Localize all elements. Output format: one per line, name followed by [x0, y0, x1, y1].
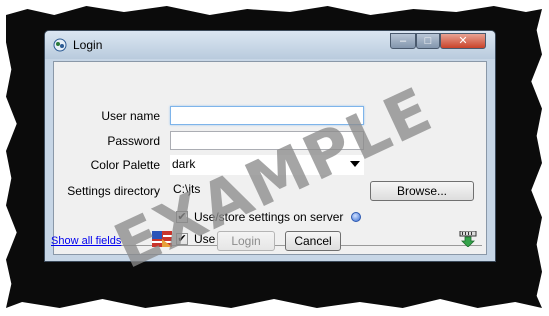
cancel-button[interactable]: Cancel [285, 231, 341, 251]
use-ssl-checkbox[interactable]: ✔ [176, 233, 188, 245]
color-palette-label: Color Palette [90, 158, 160, 172]
use-ssl-check-mark: ✔ [177, 233, 187, 245]
title-bar[interactable]: Login – □ ✕ [45, 31, 495, 59]
color-palette-value: dark [172, 157, 196, 171]
login-form: User name Password Color Palette dark Se… [53, 61, 487, 255]
password-field[interactable] [170, 131, 364, 150]
flag-icon[interactable] [152, 231, 172, 247]
window-title: Login [73, 38, 103, 52]
download-icon[interactable] [459, 231, 477, 247]
settings-directory-field: C:\jts [170, 180, 360, 199]
username-label: User name [101, 109, 160, 123]
use-server-checkbox[interactable]: ✔ [176, 211, 188, 223]
password-label: Password [107, 134, 160, 148]
use-server-check-mark: ✔ [177, 211, 187, 223]
settings-directory-value: C:\jts [173, 182, 201, 196]
login-button[interactable]: Login [217, 231, 275, 251]
settings-directory-label: Settings directory [67, 184, 160, 198]
close-button[interactable]: ✕ [440, 33, 486, 49]
color-palette-select[interactable]: dark [170, 155, 364, 175]
login-window: Login – □ ✕ User name Password Color Pal… [44, 30, 496, 262]
browse-button[interactable]: Browse... [370, 181, 474, 201]
app-icon [53, 38, 67, 52]
maximize-button[interactable]: □ [416, 33, 440, 49]
minimize-button[interactable]: – [390, 33, 416, 49]
help-icon[interactable] [351, 212, 361, 222]
use-server-label: Use/store settings on server [194, 210, 344, 224]
dropdown-arrow-icon[interactable] [350, 161, 360, 167]
show-all-fields-link[interactable]: Show all fields [51, 235, 121, 247]
username-field[interactable] [170, 106, 364, 125]
